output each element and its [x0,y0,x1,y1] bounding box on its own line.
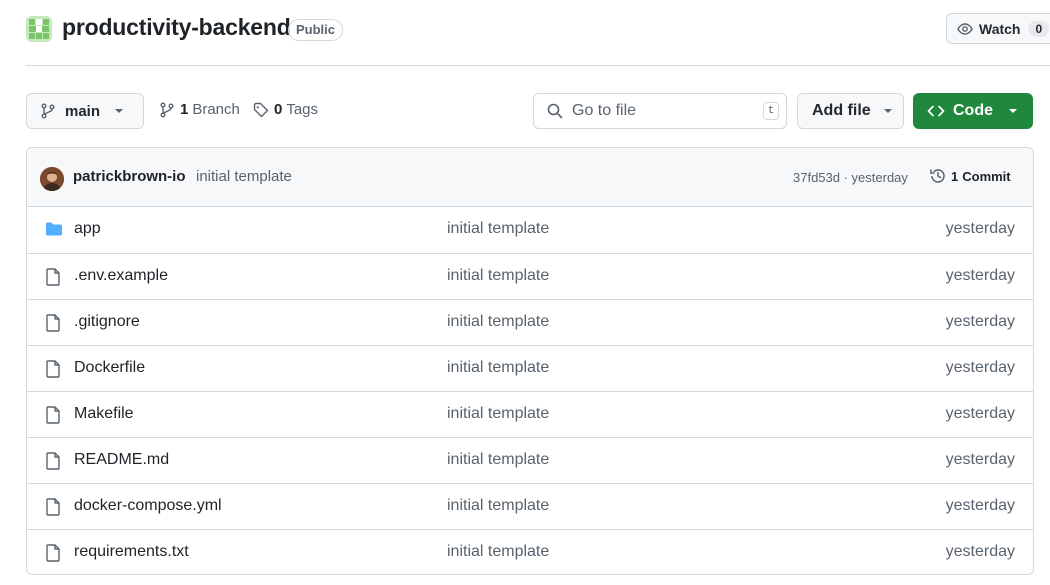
file-row[interactable]: .env.example initial template yesterday [27,253,1033,299]
branches-link[interactable]: 1 Branch [159,101,240,118]
file-commit-date: yesterday [945,220,1015,237]
go-to-file-input[interactable]: Go to file t [533,93,787,129]
chevron-down-icon [1008,108,1018,114]
visibility-badge: Public [288,19,344,41]
file-commit-message[interactable]: initial template [447,451,549,469]
watch-counter: 0 [1028,20,1050,37]
branches-label: Branch [192,101,240,118]
git-branch-icon [40,103,56,119]
file-icon [45,360,61,378]
file-name[interactable]: app [74,220,101,238]
file-name[interactable]: .env.example [74,267,168,285]
file-name[interactable]: README.md [74,451,169,469]
file-icon [45,268,61,286]
branch-selector[interactable]: main [26,93,144,129]
chevron-down-icon [883,108,893,114]
file-commit-date: yesterday [945,543,1015,560]
tags-count: 0 [274,101,283,118]
eye-icon [957,21,973,37]
git-branch-icon [159,102,175,118]
file-commit-message[interactable]: initial template [447,497,549,515]
file-icon [45,498,61,516]
commit-message[interactable]: initial template [196,168,292,185]
file-commit-message[interactable]: initial template [447,267,549,285]
file-row[interactable]: docker-compose.yml initial template yest… [27,483,1033,529]
file-name[interactable]: .gitignore [74,313,140,331]
file-rows: app initial template yesterday .env.exam… [27,207,1033,574]
file-commit-date: yesterday [945,405,1015,422]
file-commit-date: yesterday [945,451,1015,468]
history-icon [929,167,947,185]
file-listing: patrickbrown-io initial template 37fd53d… [26,147,1034,575]
file-icon [45,406,61,424]
file-row[interactable]: requirements.txt initial template yester… [27,529,1033,574]
chevron-down-icon [114,108,124,114]
code-icon [927,103,945,119]
repo-name[interactable]: productivity-backend [62,14,291,41]
code-button[interactable]: Code [913,93,1033,129]
commit-author[interactable]: patrickbrown-io [73,168,186,185]
commits-count: 1 [951,168,959,184]
branches-count: 1 [180,101,189,118]
file-commit-message[interactable]: initial template [447,313,549,331]
folder-icon [45,221,63,237]
header-divider [26,65,1050,66]
file-row[interactable]: app initial template yesterday [27,207,1033,253]
file-commit-date: yesterday [945,497,1015,514]
avatar[interactable] [40,167,64,191]
branch-name: main [65,102,101,120]
file-name[interactable]: requirements.txt [74,543,189,561]
search-placeholder: Go to file [572,102,637,119]
latest-commit-bar: patrickbrown-io initial template 37fd53d… [27,148,1033,207]
file-commit-message[interactable]: initial template [447,543,549,561]
keyboard-shortcut-hint: t [763,102,779,120]
watch-label: Watch [979,20,1021,37]
tags-link[interactable]: 0 Tags [253,101,318,118]
tag-icon [253,102,269,118]
file-name[interactable]: Dockerfile [74,359,145,377]
file-commit-date: yesterday [945,313,1015,330]
watch-button[interactable]: Watch 0 [946,13,1050,44]
file-row[interactable]: README.md initial template yesterday [27,437,1033,483]
file-icon [45,544,61,562]
tags-label: Tags [286,101,319,118]
file-name[interactable]: Makefile [74,405,134,423]
repo-identicon [26,16,52,42]
commits-label: Commit [962,168,1011,184]
file-commit-message[interactable]: initial template [447,405,549,423]
file-row[interactable]: .gitignore initial template yesterday [27,299,1033,345]
file-row[interactable]: Makefile initial template yesterday [27,391,1033,437]
add-file-label: Add file [812,102,871,119]
file-commit-message[interactable]: initial template [447,359,549,377]
code-label: Code [953,102,993,119]
file-icon [45,314,61,332]
add-file-button[interactable]: Add file [797,93,904,129]
file-commit-date: yesterday [945,267,1015,284]
commit-hash-time[interactable]: 37fd53d · yesterday [793,170,908,185]
search-icon [547,103,563,119]
file-icon [45,452,61,470]
file-row[interactable]: Dockerfile initial template yesterday [27,345,1033,391]
file-commit-message[interactable]: initial template [447,220,549,238]
file-name[interactable]: docker-compose.yml [74,497,222,515]
commits-history-link[interactable]: 1 Commit [929,167,1011,185]
file-commit-date: yesterday [945,359,1015,376]
